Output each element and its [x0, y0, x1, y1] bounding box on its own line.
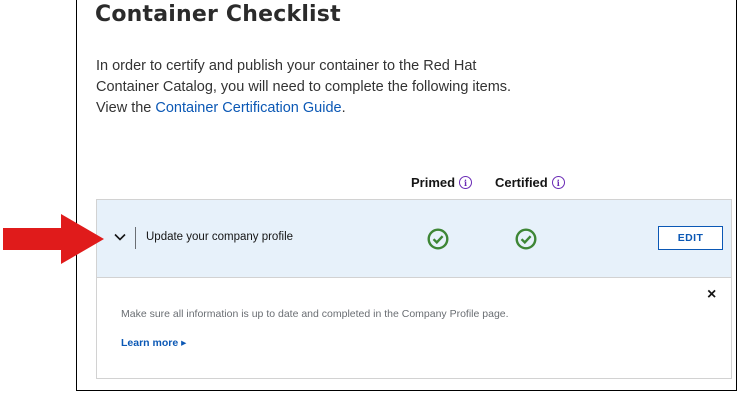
primed-check-circle-icon — [427, 228, 449, 250]
divider — [135, 227, 136, 249]
close-icon[interactable]: × — [707, 286, 716, 304]
chevron-down-icon[interactable] — [113, 230, 127, 244]
page-title: Container Checklist — [95, 2, 341, 27]
intro-line-1: In order to certify and publish your con… — [96, 58, 477, 74]
red-arrow-annotation — [3, 214, 104, 264]
checklist-item-header: Update your company profile EDIT — [97, 200, 731, 278]
certified-label: Certified — [495, 175, 548, 190]
certification-guide-link[interactable]: Container Certification Guide — [155, 100, 341, 116]
checklist-item-card: Update your company profile EDIT × Make … — [96, 199, 732, 379]
checklist-item-label: Update your company profile — [146, 231, 294, 243]
intro-line-3: View the Container Certification Guide. — [96, 98, 616, 119]
intro-prefix: View the — [96, 100, 156, 116]
intro-text: In order to certify and publish your con… — [96, 56, 616, 119]
certified-check-circle-icon — [515, 228, 537, 250]
intro-suffix: . — [341, 100, 346, 116]
edit-button[interactable]: EDIT — [658, 226, 723, 250]
primed-label: Primed — [411, 175, 456, 190]
info-icon[interactable]: i — [459, 176, 473, 189]
primed-column-header: Primed i — [411, 175, 473, 190]
intro-line-2: Container Catalog, you will need to comp… — [96, 79, 512, 95]
info-icon[interactable]: i — [551, 176, 565, 189]
item-detail-text: Make sure all information is up to date … — [121, 308, 509, 320]
learn-more-link[interactable]: Learn more ▸ — [121, 337, 186, 349]
certified-column-header: Certified i — [495, 175, 565, 190]
